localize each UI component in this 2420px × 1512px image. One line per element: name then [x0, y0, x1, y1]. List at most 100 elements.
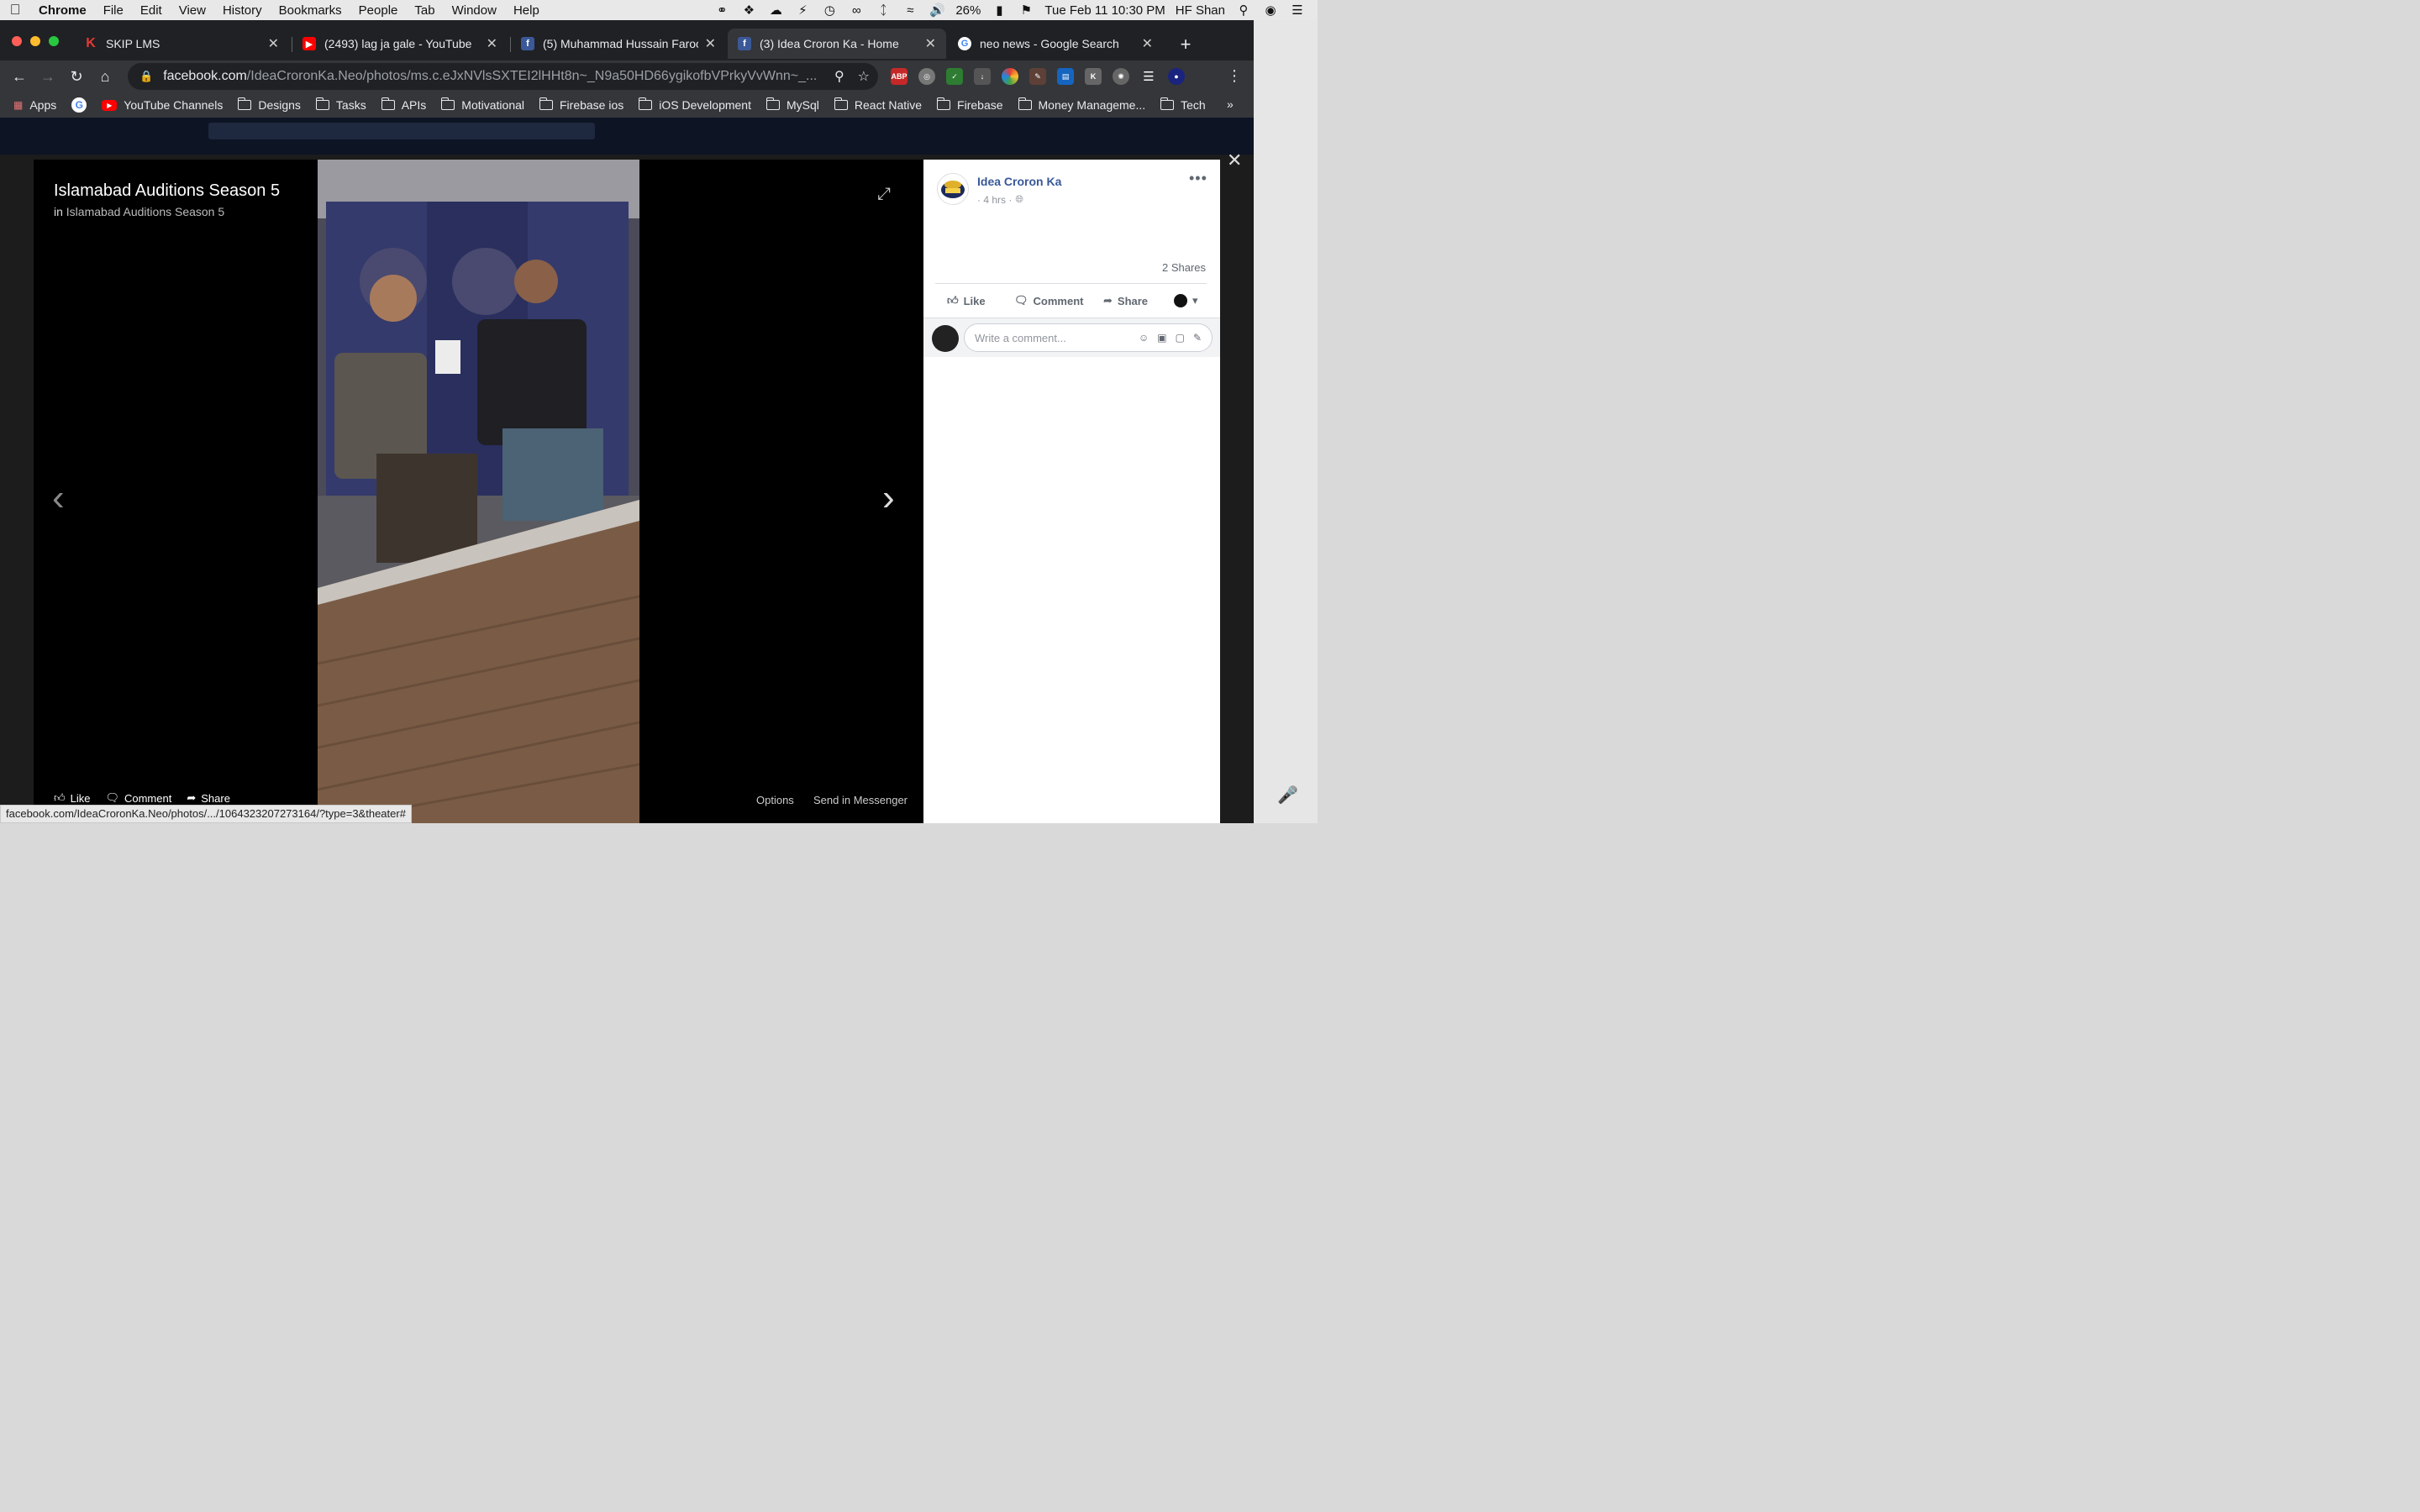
- previous-photo-icon[interactable]: ‹: [52, 477, 65, 519]
- photo-comment-button[interactable]: 🗨︎ Comment: [105, 791, 171, 805]
- battery-percent[interactable]: 26%: [955, 3, 981, 18]
- tab-youtube[interactable]: ▶ (2493) lag ja gale - YouTube ✕: [292, 29, 508, 59]
- battery-icon[interactable]: ▮: [991, 3, 1007, 18]
- bookmark-google[interactable]: G: [71, 97, 87, 113]
- new-tab-button[interactable]: +: [1175, 34, 1197, 55]
- bookmark-star-icon[interactable]: ☆: [858, 68, 870, 85]
- emoji-icon[interactable]: ☺: [1139, 332, 1149, 344]
- menu-tab[interactable]: Tab: [406, 3, 443, 18]
- page-avatar[interactable]: [937, 173, 969, 205]
- audience-selector[interactable]: ▾: [1174, 294, 1198, 307]
- photo-share-button[interactable]: ➦ Share: [187, 791, 230, 805]
- photo-image[interactable]: [318, 160, 639, 823]
- bookmark-folder-apis[interactable]: APIs: [381, 97, 426, 112]
- bookmark-folder-react-native[interactable]: React Native: [834, 97, 922, 112]
- lightning-icon[interactable]: ⚡: [794, 3, 811, 18]
- bookmark-folder-motivational[interactable]: Motivational: [441, 97, 524, 112]
- color-picker-icon[interactable]: [1002, 68, 1018, 85]
- volume-icon[interactable]: 🔊: [929, 3, 945, 18]
- gif-icon[interactable]: ▢: [1176, 332, 1185, 344]
- wifi-icon[interactable]: ≈: [902, 3, 918, 18]
- send-in-messenger-link[interactable]: Send in Messenger: [813, 794, 908, 806]
- shield-extension-icon[interactable]: ✓: [946, 68, 963, 85]
- bookmark-apps[interactable]: ▦ Apps: [13, 98, 56, 112]
- menu-help[interactable]: Help: [505, 3, 548, 18]
- bookmark-folder-tasks[interactable]: Tasks: [315, 97, 366, 112]
- expand-icon[interactable]: ⤢: [877, 185, 891, 204]
- photo-like-button[interactable]: 👍︎ Like: [54, 791, 90, 805]
- minimize-window-button[interactable]: [30, 36, 40, 46]
- cloud-upload-icon[interactable]: ☁: [767, 3, 784, 18]
- analytics-extension-icon[interactable]: ▤: [1057, 68, 1074, 85]
- siri-icon[interactable]: ◉: [1262, 3, 1279, 18]
- close-tab-icon[interactable]: ✕: [268, 35, 279, 52]
- chrome-menu-icon[interactable]: ⋮: [1227, 67, 1242, 85]
- zoom-window-button[interactable]: [49, 36, 59, 46]
- bookmark-folder-money-management[interactable]: Money Manageme...: [1018, 97, 1145, 112]
- post-comment-button[interactable]: 🗨︎ Comment: [1014, 294, 1083, 307]
- k-extension-icon[interactable]: K: [1085, 68, 1102, 85]
- close-tab-icon[interactable]: ✕: [925, 35, 936, 52]
- menu-file[interactable]: File: [95, 3, 132, 18]
- post-timestamp[interactable]: · 4 hrs ·: [977, 194, 1012, 206]
- time-machine-icon[interactable]: ◷: [821, 3, 838, 18]
- dropbox-icon[interactable]: ❖: [740, 3, 757, 18]
- apple-menu-icon[interactable]: : [0, 2, 30, 18]
- photo-options-link[interactable]: Options: [756, 794, 794, 806]
- bookmarks-overflow-button[interactable]: »: [1227, 97, 1234, 111]
- notification-center-icon[interactable]: ☰: [1289, 3, 1306, 18]
- settings-extension-icon[interactable]: ✺: [1113, 68, 1129, 85]
- menu-history[interactable]: History: [214, 3, 271, 18]
- bookmark-folder-ios-development[interactable]: iOS Development: [639, 97, 751, 112]
- close-tab-icon[interactable]: ✕: [705, 35, 716, 52]
- page-name-link[interactable]: Idea Croron Ka: [977, 175, 1061, 188]
- menu-view[interactable]: View: [171, 3, 214, 18]
- bookmark-folder-tech[interactable]: Tech: [1160, 97, 1206, 112]
- bookmark-folder-mysql[interactable]: MySql: [765, 97, 819, 112]
- sticker-icon[interactable]: ✎: [1193, 332, 1202, 344]
- close-tab-icon[interactable]: ✕: [487, 35, 497, 52]
- bookmark-folder-firebase[interactable]: Firebase: [937, 97, 1003, 112]
- share-count[interactable]: 2 Shares: [1162, 261, 1206, 274]
- creative-cloud-icon[interactable]: ⚭: [713, 3, 730, 18]
- forward-icon[interactable]: →: [34, 68, 62, 86]
- menubar-user[interactable]: HF Shan: [1176, 3, 1225, 18]
- glasses-icon[interactable]: ∞: [848, 3, 865, 18]
- menu-bookmarks[interactable]: Bookmarks: [271, 3, 350, 18]
- download-extension-icon[interactable]: ↓: [974, 68, 991, 85]
- bluetooth-icon[interactable]: ᛨ: [875, 3, 892, 18]
- profile-avatar[interactable]: ●: [1168, 68, 1185, 85]
- post-share-button[interactable]: ➦ Share: [1103, 294, 1148, 307]
- more-options-icon[interactable]: •••: [1189, 170, 1207, 187]
- reload-icon[interactable]: ↻: [62, 68, 91, 86]
- next-photo-icon[interactable]: ›: [882, 477, 895, 519]
- menu-people[interactable]: People: [350, 3, 407, 18]
- spotlight-search-icon[interactable]: ⚲: [1235, 3, 1252, 18]
- bookmark-folder-firebase-ios[interactable]: Firebase ios: [539, 97, 623, 112]
- tab-facebook-profile[interactable]: f (5) Muhammad Hussain Farooq ✕: [511, 29, 726, 59]
- menu-edit[interactable]: Edit: [132, 3, 171, 18]
- post-like-button[interactable]: 👍︎ Like: [947, 294, 986, 307]
- home-icon[interactable]: ⌂: [91, 68, 119, 86]
- tab-skip-lms[interactable]: K SKIP LMS ✕: [74, 29, 289, 59]
- menu-window[interactable]: Window: [444, 3, 505, 18]
- adblock-plus-icon[interactable]: ABP: [891, 68, 908, 85]
- pen-extension-icon[interactable]: ✎: [1029, 68, 1046, 85]
- microphone-icon[interactable]: 🎤: [1277, 785, 1298, 806]
- globe-extension-icon[interactable]: ◎: [918, 68, 935, 85]
- back-icon[interactable]: ←: [5, 68, 34, 86]
- zoom-icon[interactable]: ⚲: [834, 68, 844, 85]
- tab-idea-croron-ka[interactable]: f (3) Idea Croron Ka - Home ✕: [728, 29, 946, 59]
- user-avatar[interactable]: [932, 325, 959, 352]
- media-queue-icon[interactable]: ☰: [1140, 68, 1157, 85]
- us-flag-icon[interactable]: ⚑: [1018, 3, 1034, 18]
- tab-google-search[interactable]: G neo news - Google Search ✕: [948, 29, 1163, 59]
- menu-app-chrome[interactable]: Chrome: [30, 3, 95, 18]
- close-window-button[interactable]: [12, 36, 22, 46]
- camera-icon[interactable]: ▣: [1157, 332, 1166, 344]
- album-link[interactable]: Islamabad Auditions Season 5: [66, 205, 224, 218]
- lock-icon[interactable]: 🔒: [139, 70, 153, 83]
- bookmark-youtube-channels[interactable]: ▶ YouTube Channels: [102, 98, 223, 112]
- comment-input[interactable]: Write a comment... ☺ ▣ ▢ ✎: [964, 323, 1213, 352]
- close-theater-icon[interactable]: ✕: [1227, 150, 1242, 171]
